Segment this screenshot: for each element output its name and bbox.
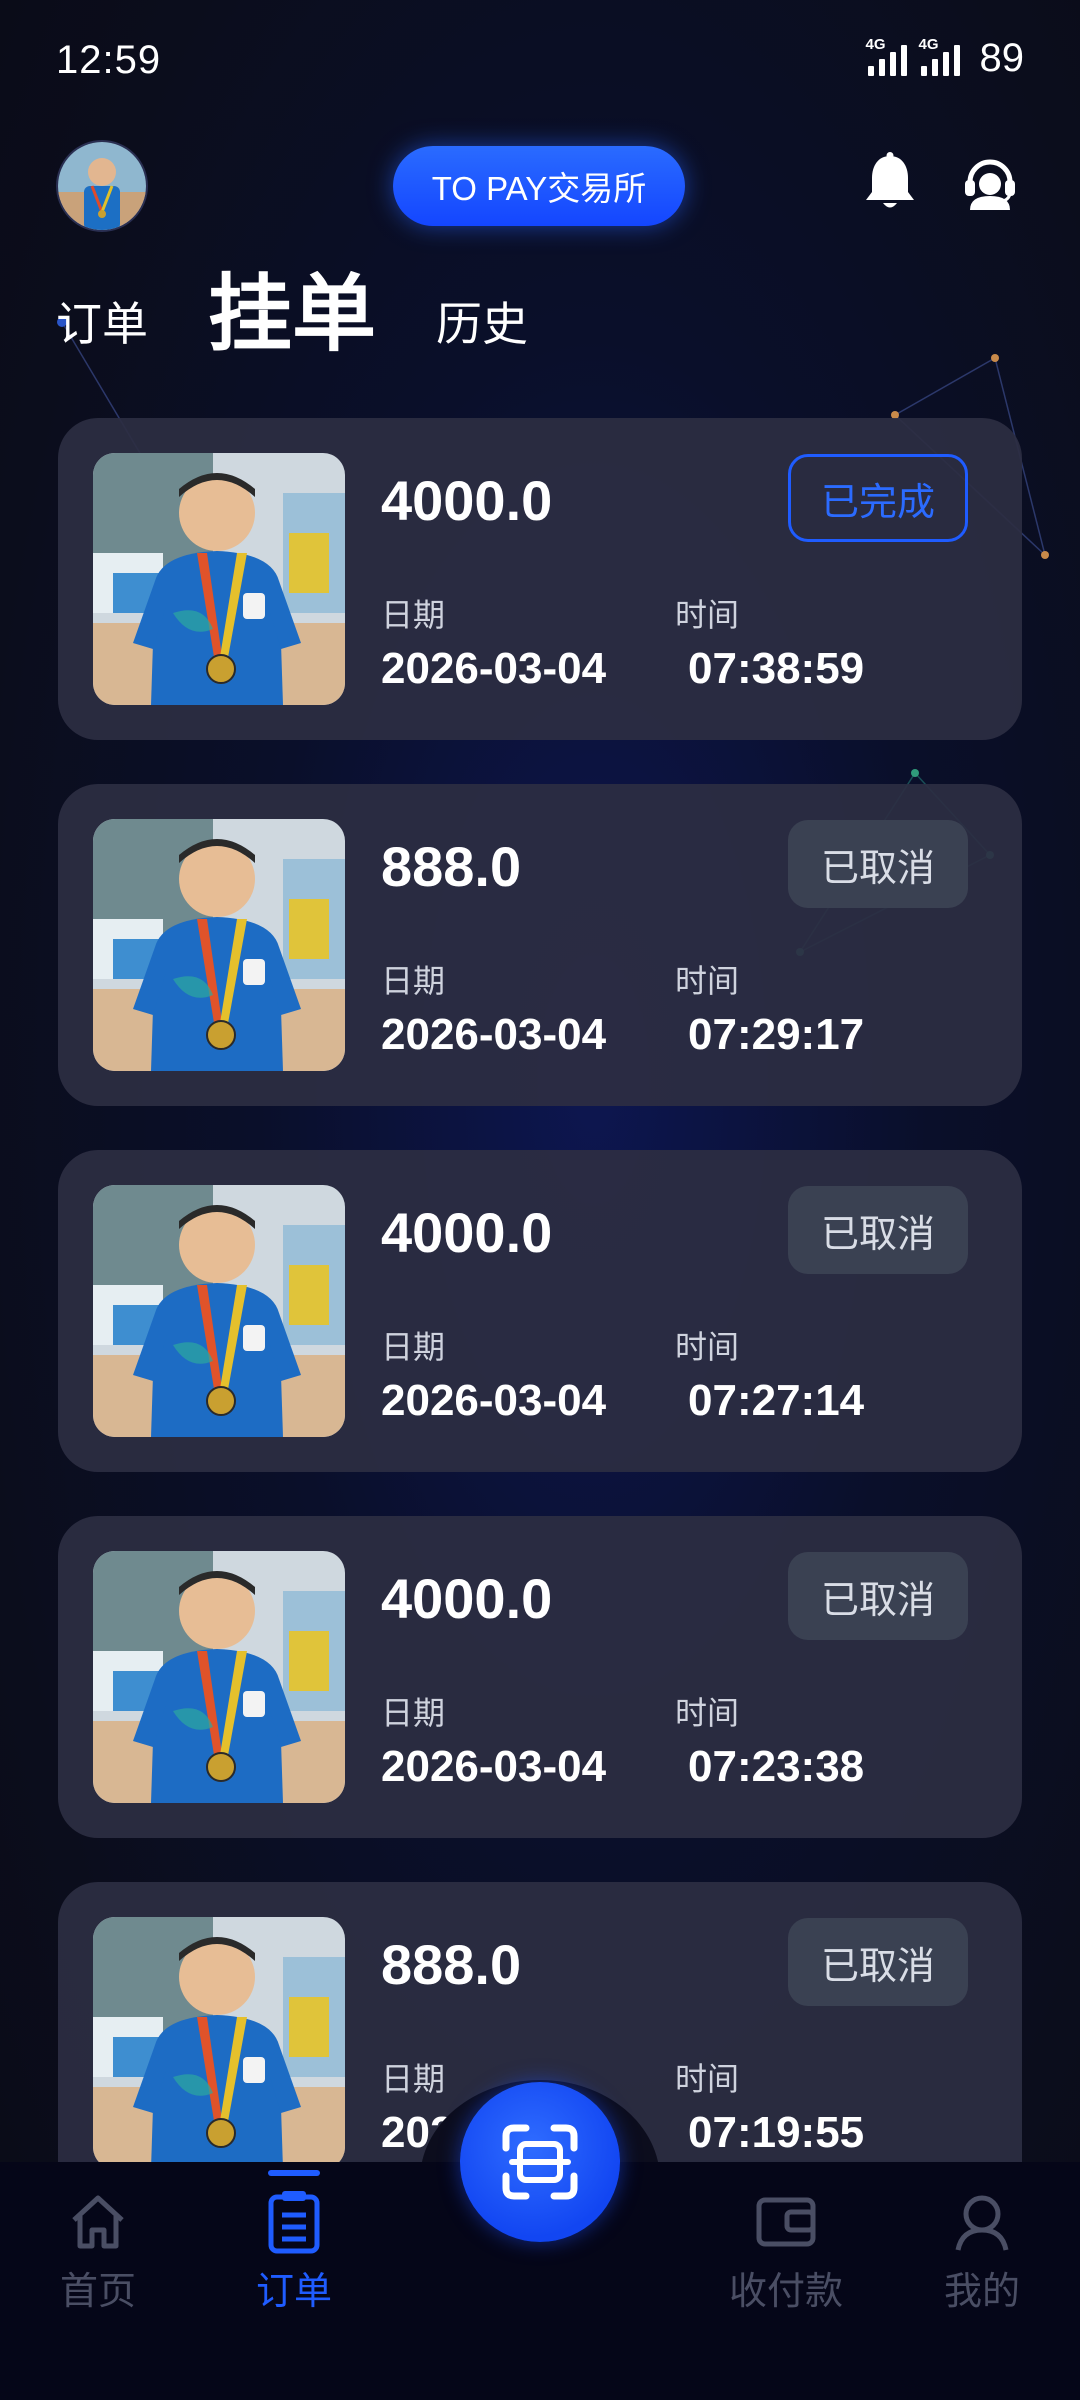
order-amount: 4000.0 bbox=[381, 1201, 553, 1264]
time-label: 时间 bbox=[675, 2061, 740, 2097]
home-icon bbox=[63, 2184, 133, 2260]
user-icon bbox=[947, 2184, 1017, 2260]
order-date: 2026-03-04 bbox=[381, 644, 607, 693]
nav-orders[interactable]: 订单 bbox=[224, 2170, 364, 2315]
network-type-label: 4G bbox=[918, 35, 939, 53]
date-label: 日期 bbox=[381, 1329, 446, 1365]
clipboard-icon bbox=[259, 2184, 329, 2260]
order-amount: 4000.0 bbox=[381, 1567, 553, 1630]
nav-active-indicator bbox=[268, 2170, 320, 2176]
order-thumbnail bbox=[93, 1551, 345, 1803]
tab-history[interactable]: 历史 bbox=[436, 288, 528, 368]
nav-profile[interactable]: 我的 bbox=[912, 2184, 1052, 2315]
nav-orders-label: 订单 bbox=[255, 2271, 332, 2313]
order-time: 07:27:14 bbox=[688, 1376, 865, 1425]
status-badge[interactable]: 已取消 bbox=[788, 1552, 968, 1640]
order-amount: 4000.0 bbox=[381, 469, 553, 532]
order-tabs: 订单 挂单 历史 bbox=[56, 267, 588, 368]
order-date: 2026-03-04 bbox=[381, 1742, 607, 1791]
time-label: 时间 bbox=[675, 1695, 740, 1731]
order-thumbnail bbox=[93, 819, 345, 1071]
scan-button[interactable] bbox=[460, 2082, 620, 2242]
nav-payments[interactable]: 收付款 bbox=[716, 2184, 856, 2315]
status-badge[interactable]: 已取消 bbox=[788, 1186, 968, 1274]
status-badge[interactable]: 已取消 bbox=[788, 820, 968, 908]
time-label: 时间 bbox=[675, 597, 740, 633]
order-card[interactable]: 4000.0 已取消 日期 时间 2026-03-04 07:27:14 bbox=[58, 1150, 1022, 1472]
wallet-icon bbox=[751, 2184, 821, 2260]
status-indicators: 4G 4G 89 bbox=[866, 36, 1025, 81]
nav-home-label: 首页 bbox=[59, 2271, 136, 2313]
nav-home[interactable]: 首页 bbox=[28, 2184, 168, 2315]
tab-pending-orders[interactable]: 挂单 bbox=[208, 247, 376, 368]
time-label: 时间 bbox=[675, 963, 740, 999]
order-time: 07:19:55 bbox=[688, 2108, 865, 2157]
battery-level: 89 bbox=[979, 36, 1025, 80]
order-time: 07:23:38 bbox=[688, 1742, 865, 1791]
nav-profile-label: 我的 bbox=[943, 2271, 1020, 2313]
status-bar: 12:59 4G 4G 89 bbox=[0, 0, 1080, 120]
order-thumbnail bbox=[93, 1917, 345, 2169]
tab-orders[interactable]: 订单 bbox=[56, 288, 148, 368]
customer-service-icon[interactable] bbox=[958, 150, 1022, 214]
signal-icon: 4G bbox=[866, 36, 907, 76]
date-label: 日期 bbox=[381, 1695, 446, 1731]
scan-icon bbox=[502, 2124, 578, 2200]
status-badge[interactable]: 已完成 bbox=[788, 454, 968, 542]
order-amount: 888.0 bbox=[381, 835, 522, 898]
date-label: 日期 bbox=[381, 963, 446, 999]
date-label: 日期 bbox=[381, 2061, 446, 2097]
order-amount: 888.0 bbox=[381, 1933, 522, 1996]
order-card[interactable]: 888.0 已取消 日期 时间 2026-03-04 07:29:17 bbox=[58, 784, 1022, 1106]
order-thumbnail bbox=[93, 1185, 345, 1437]
top-header: TO PAY交易所 bbox=[0, 130, 1080, 250]
time-label: 时间 bbox=[675, 1329, 740, 1365]
order-time: 07:29:17 bbox=[688, 1010, 865, 1059]
avatar[interactable] bbox=[56, 140, 148, 232]
order-thumbnail bbox=[93, 453, 345, 705]
order-card[interactable]: 4000.0 已完成 日期 时间 2026-03-04 07:38:59 bbox=[58, 418, 1022, 740]
status-badge[interactable]: 已取消 bbox=[788, 1918, 968, 2006]
order-list: 4000.0 已完成 日期 时间 2026-03-04 07:38:59 888… bbox=[58, 418, 1022, 2248]
order-date: 2026-03-04 bbox=[381, 1376, 607, 1425]
bell-icon[interactable] bbox=[858, 150, 922, 214]
order-card[interactable]: 4000.0 已取消 日期 时间 2026-03-04 07:23:38 bbox=[58, 1516, 1022, 1838]
brand-title[interactable]: TO PAY交易所 bbox=[393, 146, 685, 226]
date-label: 日期 bbox=[381, 597, 446, 633]
signal-icon: 4G bbox=[919, 36, 960, 76]
order-time: 07:38:59 bbox=[688, 644, 865, 693]
order-date: 2026-03-04 bbox=[381, 1010, 607, 1059]
network-type-label: 4G bbox=[865, 35, 886, 53]
nav-payments-label: 收付款 bbox=[728, 2271, 843, 2313]
status-time: 12:59 bbox=[56, 38, 162, 82]
